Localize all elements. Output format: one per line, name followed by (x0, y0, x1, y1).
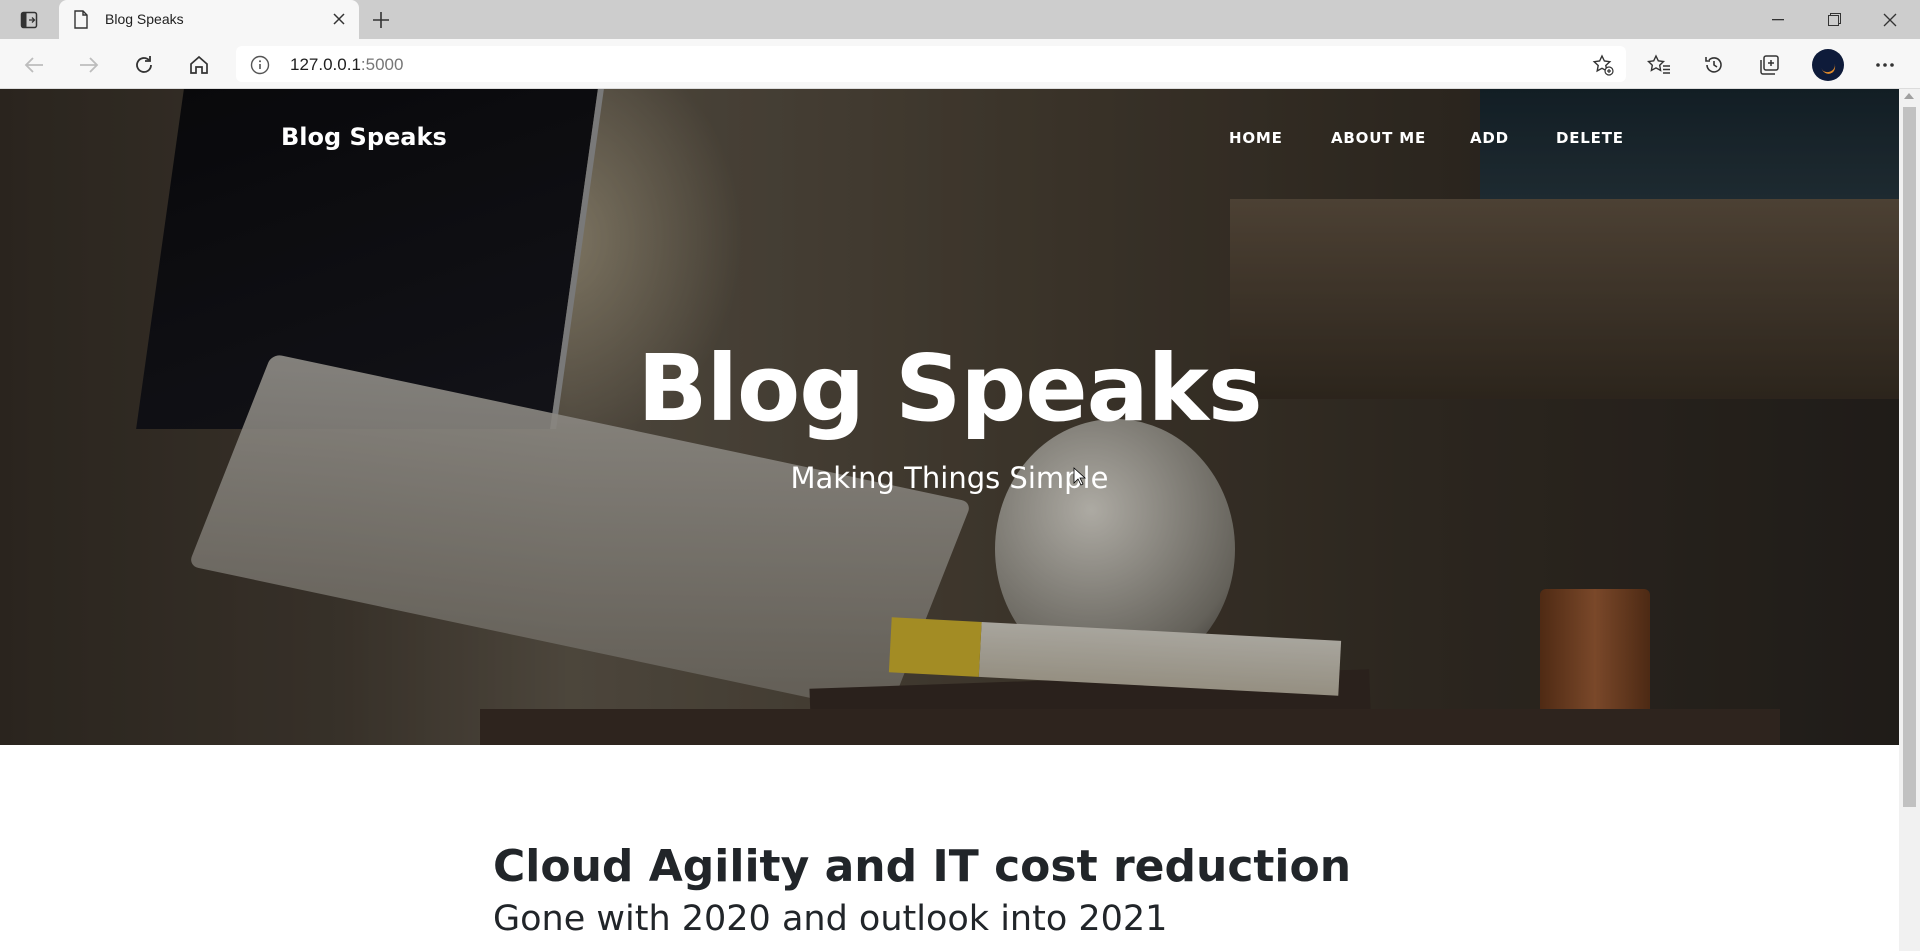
history-icon[interactable] (1697, 48, 1731, 82)
restore-icon[interactable] (1806, 0, 1862, 39)
browser-tab[interactable]: Blog Speaks (59, 0, 359, 39)
hero-header: Blog Speaks HOME ABOUT ME ADD DELETE Blo… (0, 89, 1899, 745)
tab-title: Blog Speaks (105, 11, 184, 27)
page-icon (73, 10, 89, 34)
url-text: 127.0.0.1:5000 (290, 55, 403, 75)
post-subtitle[interactable]: Gone with 2020 and outlook into 2021 (493, 899, 1167, 939)
scroll-up-arrow-icon[interactable] (1904, 93, 1914, 99)
favorites-icon[interactable] (1642, 48, 1676, 82)
page-scrollbar[interactable] (1899, 89, 1920, 951)
star-plus-icon[interactable] (1592, 54, 1614, 81)
nav-about-me[interactable]: ABOUT ME (1331, 129, 1426, 147)
back-arrow-icon[interactable] (17, 48, 51, 82)
collections-icon[interactable] (1752, 48, 1786, 82)
nav-add[interactable]: ADD (1470, 129, 1509, 147)
tab-actions-icon[interactable] (14, 8, 44, 32)
close-window-icon[interactable] (1862, 0, 1918, 39)
hero-subtitle: Making Things Simple (790, 461, 1109, 495)
forward-arrow-icon[interactable] (72, 48, 106, 82)
new-tab-button[interactable] (368, 7, 394, 33)
address-bar[interactable]: 127.0.0.1:5000 (236, 46, 1626, 82)
nav-home[interactable]: HOME (1229, 129, 1283, 147)
refresh-icon[interactable] (127, 48, 161, 82)
page-viewport: Blog Speaks HOME ABOUT ME ADD DELETE Blo… (0, 89, 1920, 951)
profile-avatar[interactable] (1812, 49, 1844, 81)
info-icon[interactable] (250, 55, 270, 80)
mouse-cursor-icon (1073, 467, 1087, 492)
url-port: :5000 (360, 55, 404, 74)
more-icon[interactable] (1868, 48, 1902, 82)
nav-delete[interactable]: DELETE (1556, 129, 1624, 147)
minimize-icon[interactable] (1750, 0, 1806, 39)
close-tab-icon[interactable] (329, 9, 349, 29)
scrollbar-thumb[interactable] (1903, 107, 1916, 807)
url-host: 127.0.0.1 (290, 55, 361, 74)
browser-tab-bar: Blog Speaks (0, 0, 1920, 39)
post-title[interactable]: Cloud Agility and IT cost reduction (493, 841, 1351, 892)
hero-title: Blog Speaks (637, 335, 1262, 442)
site-brand[interactable]: Blog Speaks (281, 123, 447, 151)
home-icon[interactable] (182, 48, 216, 82)
browser-toolbar: 127.0.0.1:5000 (0, 39, 1920, 89)
